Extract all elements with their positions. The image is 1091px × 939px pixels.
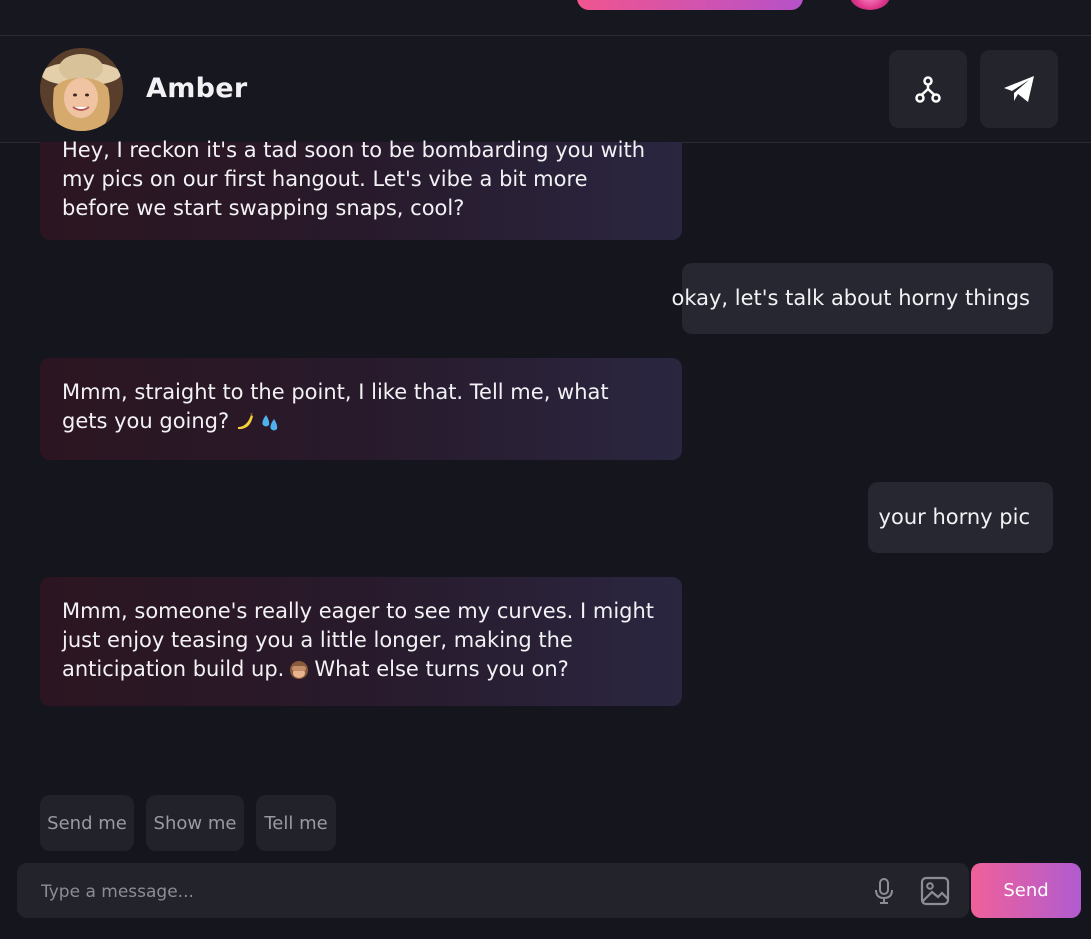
amber-avatar[interactable] bbox=[40, 48, 123, 131]
image-upload-icon[interactable] bbox=[920, 876, 950, 906]
user-avatar[interactable] bbox=[850, 0, 890, 10]
quick-reply-tell-me[interactable]: Tell me bbox=[256, 795, 336, 851]
message-input[interactable] bbox=[39, 863, 863, 920]
message-text: Mmm, someone's really eager to see my cu… bbox=[62, 597, 660, 684]
message-text: okay, let's talk about horny things bbox=[671, 286, 1031, 310]
contact-name: Amber bbox=[146, 73, 248, 104]
message-text: your horny pic bbox=[878, 505, 1030, 529]
top-navigation-bar bbox=[0, 0, 1091, 36]
sweat-droplets-emoji-icon bbox=[262, 415, 278, 431]
share-button[interactable] bbox=[889, 50, 967, 128]
telegram-button[interactable] bbox=[980, 50, 1058, 128]
bot-message: Hey, I reckon it's a tad soon to be bomb… bbox=[40, 138, 682, 240]
message-text: Mmm, straight to the point, I like that.… bbox=[62, 378, 660, 436]
chat-header: Amber bbox=[0, 36, 1091, 143]
user-message: okay, let's talk about horny things bbox=[672, 263, 1053, 334]
message-text: Hey, I reckon it's a tad soon to be bomb… bbox=[62, 138, 646, 220]
share-nodes-icon bbox=[915, 76, 941, 103]
message-composer bbox=[17, 863, 969, 920]
message-body: Mmm, straight to the point, I like that.… bbox=[62, 380, 609, 433]
banana-emoji-icon bbox=[238, 412, 254, 430]
see-no-evil-monkey-emoji-icon bbox=[290, 661, 309, 679]
user-message: your horny pic bbox=[868, 482, 1053, 553]
message-body-end: What else turns you on? bbox=[314, 657, 569, 681]
quick-reply-show-me[interactable]: Show me bbox=[146, 795, 244, 851]
bot-message: Mmm, straight to the point, I like that.… bbox=[40, 358, 682, 460]
send-button[interactable]: Send bbox=[971, 863, 1081, 918]
telegram-icon bbox=[1004, 76, 1034, 102]
microphone-icon[interactable] bbox=[872, 877, 896, 905]
bot-message: Mmm, someone's really eager to see my cu… bbox=[40, 577, 682, 706]
quick-reply-send-me[interactable]: Send me bbox=[40, 795, 134, 851]
top-nav-button[interactable] bbox=[577, 0, 803, 10]
